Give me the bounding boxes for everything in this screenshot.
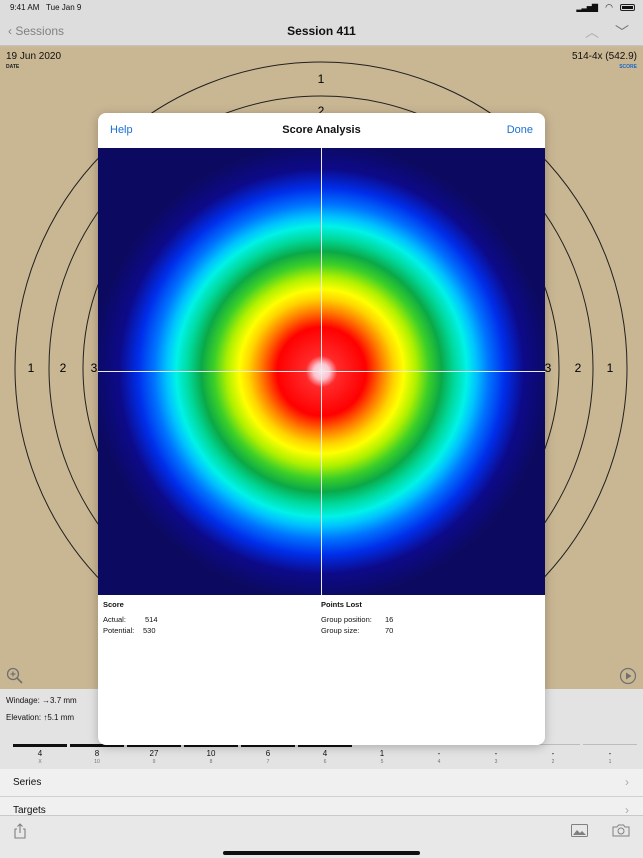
group-size-value: 70 <box>385 626 394 635</box>
points-lost-heading: Points Lost <box>321 600 362 609</box>
group-position-value: 16 <box>385 615 394 624</box>
score-heading: Score <box>103 600 124 609</box>
group-size-label: Group size: <box>321 626 360 635</box>
group-position-label: Group position: <box>321 615 372 624</box>
potential-value: 530 <box>143 626 156 635</box>
potential-label: Potential: <box>103 626 135 635</box>
actual-label: Actual: <box>103 615 126 624</box>
group-size-row: Group size: 70 <box>321 626 521 637</box>
dialog-title: Score Analysis <box>282 124 361 136</box>
score-section: Score Actual: 514 Potential: 530 <box>103 600 303 637</box>
actual-score-row: Actual: 514 <box>103 615 303 626</box>
group-position-row: Group position: 16 <box>321 615 521 626</box>
done-button[interactable]: Done <box>507 124 533 136</box>
points-lost-section: Points Lost Group position: 16 Group size… <box>321 600 521 637</box>
actual-value: 514 <box>145 615 158 624</box>
score-heatmap <box>98 148 545 595</box>
score-analysis-dialog: Help Score Analysis Done Score Actual: 51… <box>98 113 545 745</box>
dialog-header: Help Score Analysis Done <box>98 113 545 148</box>
potential-score-row: Potential: 530 <box>103 626 303 637</box>
heatmap-horizontal-axis <box>98 371 545 372</box>
